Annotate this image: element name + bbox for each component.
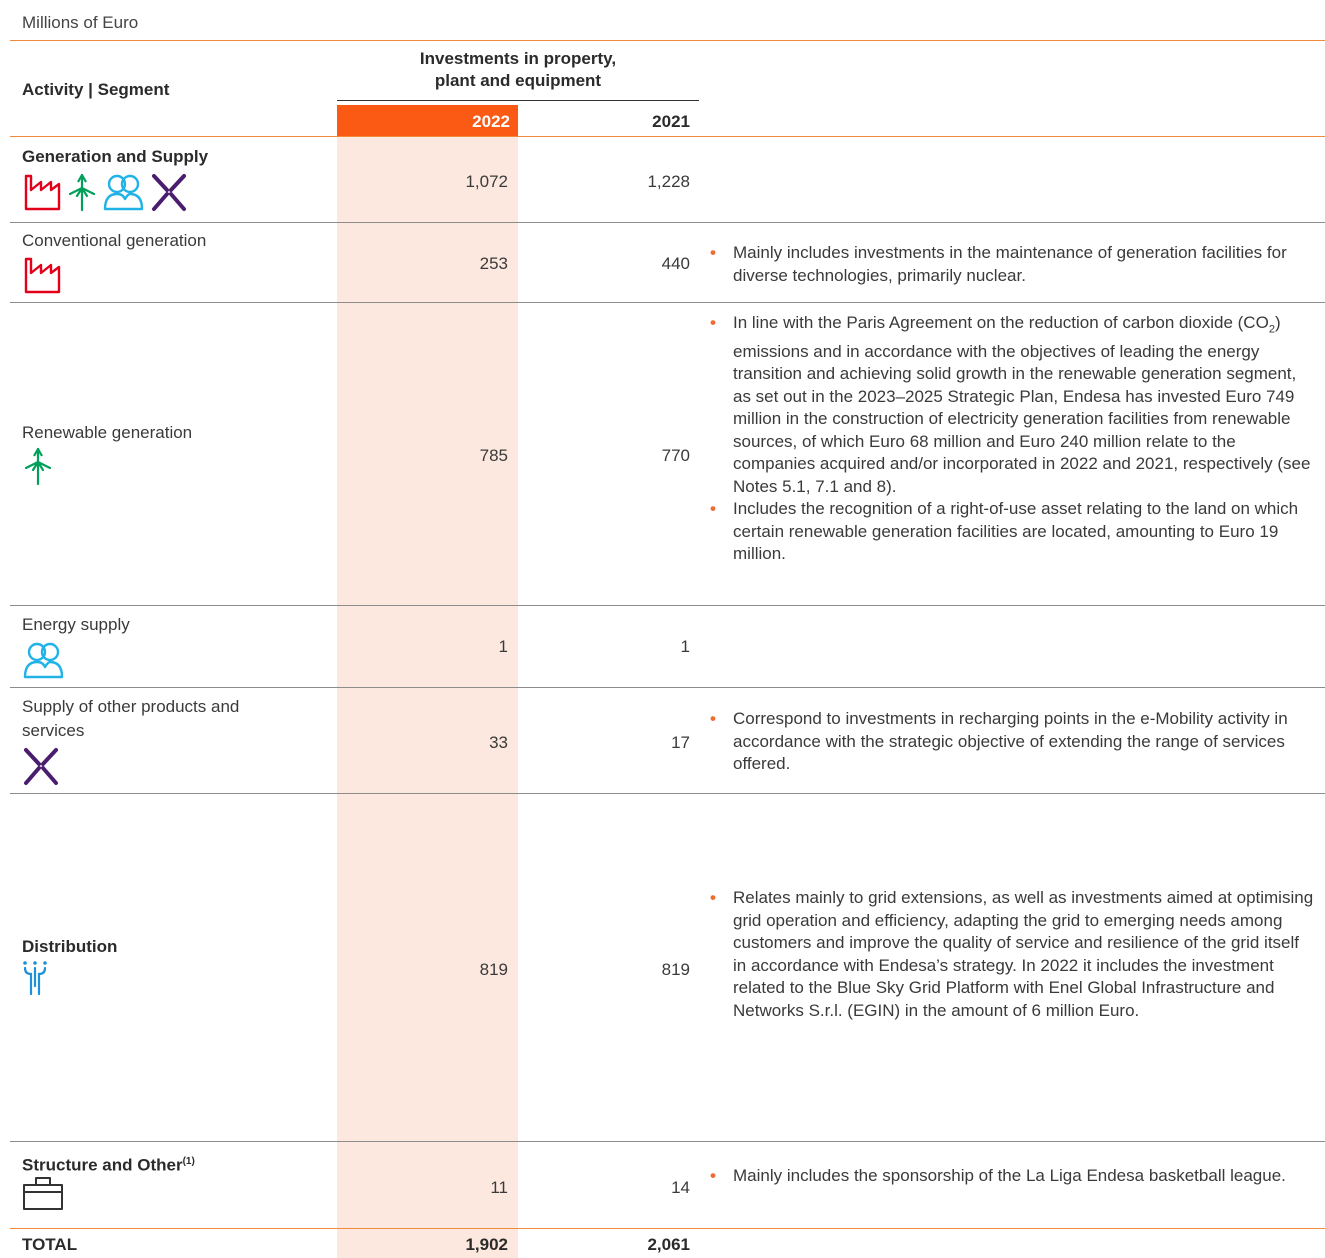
wind-turbine-icon [68, 173, 96, 212]
row-label-conventional-generation: Conventional generation [22, 231, 207, 250]
note-item: Correspond to investments in recharging … [710, 708, 1315, 776]
row-value-2022: 33 [489, 733, 508, 752]
row-divider [10, 687, 1325, 688]
investments-header: Investments in property, plant and equip… [337, 48, 699, 92]
distribution-notes: Relates mainly to grid extensions, as we… [710, 887, 1315, 1022]
total-value-2022: 1,902 [465, 1235, 508, 1254]
row-value-2021: 440 [661, 254, 690, 273]
year-2021-header: 2021 [652, 112, 690, 131]
renewable-generation-notes: In line with the Paris Agreement on the … [710, 312, 1315, 566]
investments-header-underline [337, 100, 699, 101]
wind-turbine-icon [24, 447, 52, 486]
row-label-renewable-generation: Renewable generation [22, 423, 193, 442]
row-label-structure-and-other: Structure and Other(1) [22, 1150, 195, 1178]
header-top-rule [10, 40, 1325, 41]
row-value-2021: 1,228 [647, 172, 690, 191]
total-value-2021: 2,061 [647, 1235, 690, 1254]
note-item: In line with the Paris Agreement on the … [710, 312, 1315, 498]
cross-arrows-icon [152, 174, 186, 211]
cross-arrows-icon [24, 748, 58, 785]
note-item: Includes the recognition of a right-of-u… [710, 498, 1315, 566]
row-divider [10, 1141, 1325, 1142]
row-value-2022: 1 [498, 637, 508, 656]
note-item: Mainly includes investments in the maint… [710, 242, 1315, 287]
total-label: TOTAL [22, 1235, 78, 1254]
year-2022-header: 2022 [472, 112, 510, 131]
row-value-2021: 14 [671, 1178, 690, 1197]
row-value-2021: 1 [680, 637, 690, 656]
investments-header-text: Investments in property, plant and equip… [419, 49, 617, 90]
note-item: Relates mainly to grid extensions, as we… [710, 887, 1315, 1022]
row-value-2022: 253 [479, 254, 508, 273]
conventional-generation-notes: Mainly includes investments in the maint… [710, 242, 1315, 287]
units-label: Millions of Euro [22, 13, 139, 32]
row-value-2022: 819 [479, 960, 508, 979]
header-bottom-rule [10, 136, 1325, 137]
note-item: Mainly includes the sponsorship of the L… [710, 1165, 1315, 1188]
total-rule [10, 1228, 1325, 1229]
current-year-column-highlight [337, 136, 518, 1258]
row-divider [10, 793, 1325, 794]
generation-and-supply-icons [22, 172, 192, 212]
people-icon [103, 174, 144, 211]
row-value-2022: 11 [490, 1178, 508, 1197]
structure-notes: Mainly includes the sponsorship of the L… [710, 1165, 1315, 1188]
row-divider [10, 605, 1325, 606]
row-label-distribution: Distribution [22, 937, 118, 956]
structure-label-text: Structure and Other [22, 1155, 183, 1175]
row-label-energy-supply: Energy supply [22, 615, 130, 634]
row-value-2021: 819 [661, 960, 690, 979]
factory-icon [24, 174, 61, 211]
row-divider [10, 222, 1325, 223]
briefcase-icon [23, 1177, 63, 1210]
footnote-marker: (1) [182, 1156, 195, 1167]
row-value-2021: 17 [671, 733, 690, 752]
people-icon [23, 642, 64, 679]
factory-icon [24, 257, 61, 294]
supply-other-notes: Correspond to investments in recharging … [710, 708, 1315, 776]
row-label-generation-and-supply: Generation and Supply [22, 147, 209, 166]
row-divider [10, 302, 1325, 303]
power-pylon-icon [23, 961, 47, 996]
row-value-2022: 1,072 [465, 172, 508, 191]
activity-segment-header: Activity | Segment [22, 80, 170, 99]
row-value-2022: 785 [479, 446, 508, 465]
row-value-2021: 770 [661, 446, 690, 465]
row-label-supply-of-other-products: Supply of other products and services [22, 697, 240, 740]
